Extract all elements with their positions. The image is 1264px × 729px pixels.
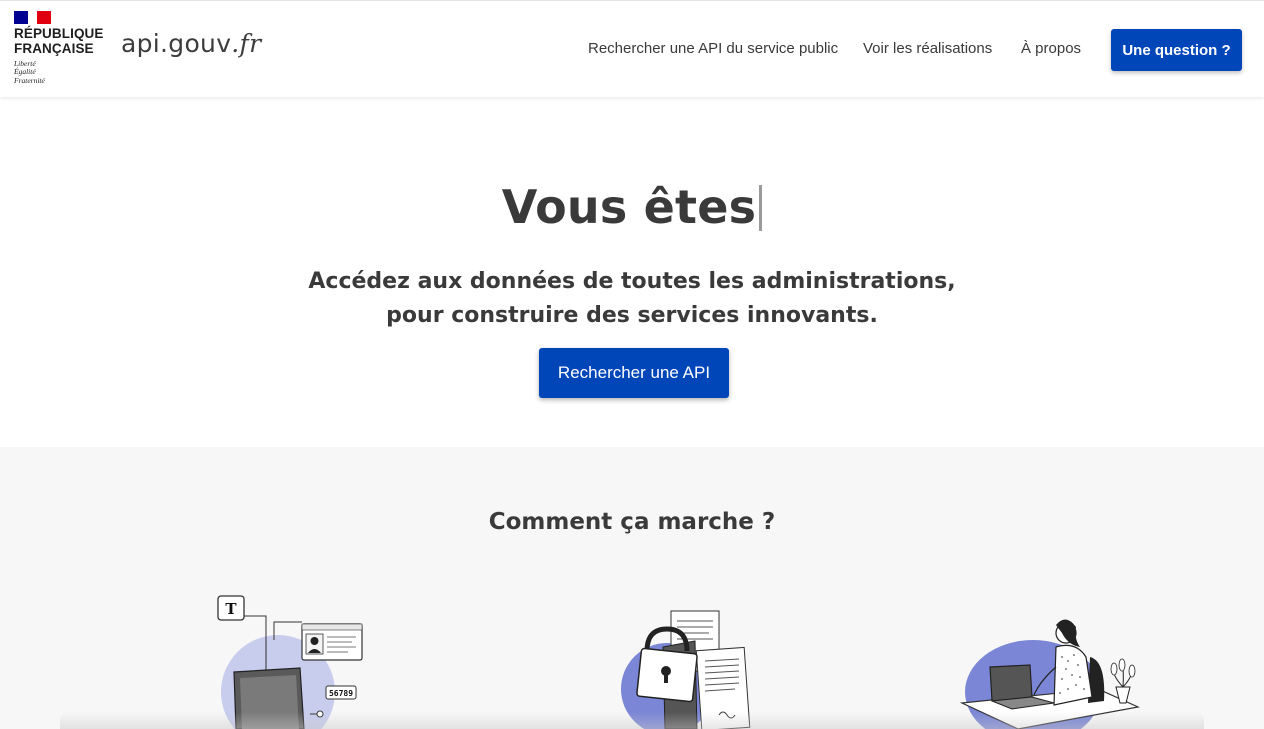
french-flag-icon — [14, 11, 51, 24]
nav-about[interactable]: À propos — [1021, 40, 1081, 57]
gov-logo-title-line2: Française — [14, 40, 94, 56]
hero-title: Vous êtes — [0, 180, 1264, 234]
bottom-fade — [60, 712, 1204, 729]
how-it-works-section: Comment ça marche ? T 56789 — [0, 447, 1264, 729]
site-header: République Française Liberté Égalité Fra… — [0, 0, 1264, 97]
motto-line3: Fraternité — [14, 75, 45, 85]
typing-caret — [759, 185, 763, 231]
gov-logo-title: République Française — [14, 26, 104, 56]
site-name: api.gouv — [121, 29, 232, 58]
how-it-works-title: Comment ça marche ? — [488, 509, 776, 535]
site-tld: .fr — [231, 29, 262, 58]
search-api-button[interactable]: Rechercher une API — [539, 348, 729, 398]
nav-search-api[interactable]: Rechercher une API du service public — [588, 40, 838, 57]
nav-realisations[interactable]: Voir les réalisations — [863, 40, 992, 57]
gov-logo-motto: Liberté Égalité Fraternité — [14, 59, 104, 85]
data-sources-illustration: T 56789 — [217, 595, 363, 729]
gov-logo-title-line1: République — [14, 26, 104, 41]
question-button[interactable]: Une question ? — [1111, 29, 1242, 71]
site-logo-link[interactable]: api.gouv.fr — [121, 29, 261, 58]
illus-t-label: T — [225, 600, 237, 618]
hero-subtitle: Accédez aux données de toutes les admini… — [0, 265, 1264, 333]
republique-francaise-logo[interactable]: République Française Liberté Égalité Fra… — [14, 11, 104, 85]
hero-title-text: Vous êtes — [501, 180, 757, 234]
hero-subtitle-line2: pour construire des services innovants. — [386, 303, 878, 328]
illus-number-label: 56789 — [329, 689, 353, 698]
secure-documents-illustration — [621, 610, 751, 729]
hero-subtitle-line1: Accédez aux données de toutes les admini… — [308, 269, 956, 294]
